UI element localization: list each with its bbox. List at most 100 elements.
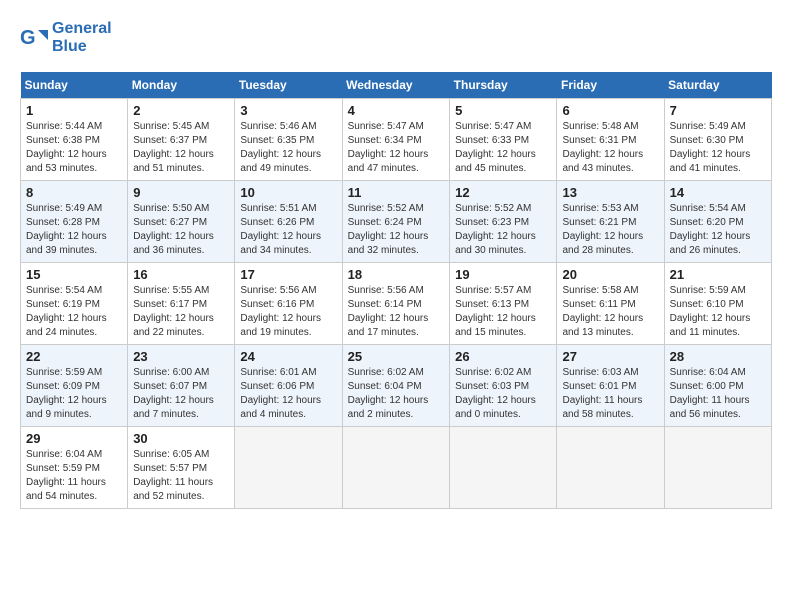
day-cell: 7 Sunrise: 5:49 AMSunset: 6:30 PMDayligh… [664, 99, 771, 181]
day-info: Sunrise: 6:02 AMSunset: 6:03 PMDaylight:… [455, 366, 551, 422]
day-cell: 18 Sunrise: 5:56 AMSunset: 6:14 PMDaylig… [342, 263, 450, 345]
day-info: Sunrise: 5:59 AMSunset: 6:09 PMDaylight:… [26, 366, 122, 422]
day-cell: 19 Sunrise: 5:57 AMSunset: 6:13 PMDaylig… [450, 263, 557, 345]
logo-icon: G [20, 24, 48, 52]
day-info: Sunrise: 5:56 AMSunset: 6:14 PMDaylight:… [348, 284, 445, 340]
day-cell: 14 Sunrise: 5:54 AMSunset: 6:20 PMDaylig… [664, 181, 771, 263]
day-number: 30 [133, 431, 229, 446]
day-number: 4 [348, 103, 445, 118]
day-info: Sunrise: 5:51 AMSunset: 6:26 PMDaylight:… [240, 202, 336, 258]
logo-line1: General [52, 20, 112, 38]
day-number: 12 [455, 185, 551, 200]
day-cell [342, 427, 450, 509]
col-header-sunday: Sunday [21, 72, 128, 99]
day-cell: 8 Sunrise: 5:49 AMSunset: 6:28 PMDayligh… [21, 181, 128, 263]
day-info: Sunrise: 5:55 AMSunset: 6:17 PMDaylight:… [133, 284, 229, 340]
col-header-wednesday: Wednesday [342, 72, 450, 99]
day-number: 8 [26, 185, 122, 200]
day-number: 2 [133, 103, 229, 118]
week-row-4: 22 Sunrise: 5:59 AMSunset: 6:09 PMDaylig… [21, 345, 772, 427]
col-header-saturday: Saturday [664, 72, 771, 99]
day-cell [235, 427, 342, 509]
day-info: Sunrise: 5:49 AMSunset: 6:28 PMDaylight:… [26, 202, 122, 258]
day-number: 20 [562, 267, 658, 282]
day-info: Sunrise: 5:54 AMSunset: 6:19 PMDaylight:… [26, 284, 122, 340]
day-info: Sunrise: 5:53 AMSunset: 6:21 PMDaylight:… [562, 202, 658, 258]
logo: G General Blue [20, 20, 112, 56]
day-cell: 21 Sunrise: 5:59 AMSunset: 6:10 PMDaylig… [664, 263, 771, 345]
day-cell: 30 Sunrise: 6:05 AMSunset: 5:57 PMDaylig… [128, 427, 235, 509]
day-cell: 10 Sunrise: 5:51 AMSunset: 6:26 PMDaylig… [235, 181, 342, 263]
day-info: Sunrise: 5:59 AMSunset: 6:10 PMDaylight:… [670, 284, 766, 340]
week-row-3: 15 Sunrise: 5:54 AMSunset: 6:19 PMDaylig… [21, 263, 772, 345]
day-cell: 28 Sunrise: 6:04 AMSunset: 6:00 PMDaylig… [664, 345, 771, 427]
day-number: 22 [26, 349, 122, 364]
day-info: Sunrise: 5:52 AMSunset: 6:24 PMDaylight:… [348, 202, 445, 258]
day-cell: 26 Sunrise: 6:02 AMSunset: 6:03 PMDaylig… [450, 345, 557, 427]
day-cell: 27 Sunrise: 6:03 AMSunset: 6:01 PMDaylig… [557, 345, 664, 427]
day-cell: 1 Sunrise: 5:44 AMSunset: 6:38 PMDayligh… [21, 99, 128, 181]
day-cell: 9 Sunrise: 5:50 AMSunset: 6:27 PMDayligh… [128, 181, 235, 263]
col-header-monday: Monday [128, 72, 235, 99]
week-row-2: 8 Sunrise: 5:49 AMSunset: 6:28 PMDayligh… [21, 181, 772, 263]
day-info: Sunrise: 5:46 AMSunset: 6:35 PMDaylight:… [240, 120, 336, 176]
day-info: Sunrise: 5:56 AMSunset: 6:16 PMDaylight:… [240, 284, 336, 340]
day-info: Sunrise: 5:54 AMSunset: 6:20 PMDaylight:… [670, 202, 766, 258]
day-number: 18 [348, 267, 445, 282]
day-cell: 3 Sunrise: 5:46 AMSunset: 6:35 PMDayligh… [235, 99, 342, 181]
day-number: 19 [455, 267, 551, 282]
day-info: Sunrise: 6:04 AMSunset: 5:59 PMDaylight:… [26, 448, 122, 504]
day-cell [450, 427, 557, 509]
day-info: Sunrise: 5:48 AMSunset: 6:31 PMDaylight:… [562, 120, 658, 176]
day-number: 1 [26, 103, 122, 118]
day-info: Sunrise: 5:57 AMSunset: 6:13 PMDaylight:… [455, 284, 551, 340]
day-number: 14 [670, 185, 766, 200]
day-number: 10 [240, 185, 336, 200]
day-number: 17 [240, 267, 336, 282]
day-info: Sunrise: 5:50 AMSunset: 6:27 PMDaylight:… [133, 202, 229, 258]
day-cell: 17 Sunrise: 5:56 AMSunset: 6:16 PMDaylig… [235, 263, 342, 345]
day-number: 24 [240, 349, 336, 364]
day-number: 25 [348, 349, 445, 364]
day-cell: 6 Sunrise: 5:48 AMSunset: 6:31 PMDayligh… [557, 99, 664, 181]
day-info: Sunrise: 6:04 AMSunset: 6:00 PMDaylight:… [670, 366, 766, 422]
day-number: 16 [133, 267, 229, 282]
week-row-1: 1 Sunrise: 5:44 AMSunset: 6:38 PMDayligh… [21, 99, 772, 181]
day-cell: 13 Sunrise: 5:53 AMSunset: 6:21 PMDaylig… [557, 181, 664, 263]
col-header-tuesday: Tuesday [235, 72, 342, 99]
day-number: 29 [26, 431, 122, 446]
day-cell [557, 427, 664, 509]
day-number: 15 [26, 267, 122, 282]
calendar-table: SundayMondayTuesdayWednesdayThursdayFrid… [20, 72, 772, 509]
day-cell: 29 Sunrise: 6:04 AMSunset: 5:59 PMDaylig… [21, 427, 128, 509]
day-number: 9 [133, 185, 229, 200]
week-row-5: 29 Sunrise: 6:04 AMSunset: 5:59 PMDaylig… [21, 427, 772, 509]
day-cell: 20 Sunrise: 5:58 AMSunset: 6:11 PMDaylig… [557, 263, 664, 345]
day-cell: 12 Sunrise: 5:52 AMSunset: 6:23 PMDaylig… [450, 181, 557, 263]
day-info: Sunrise: 6:02 AMSunset: 6:04 PMDaylight:… [348, 366, 445, 422]
day-number: 27 [562, 349, 658, 364]
day-cell: 24 Sunrise: 6:01 AMSunset: 6:06 PMDaylig… [235, 345, 342, 427]
logo-line2: Blue [52, 38, 112, 56]
day-info: Sunrise: 6:00 AMSunset: 6:07 PMDaylight:… [133, 366, 229, 422]
day-number: 28 [670, 349, 766, 364]
day-cell: 11 Sunrise: 5:52 AMSunset: 6:24 PMDaylig… [342, 181, 450, 263]
day-number: 7 [670, 103, 766, 118]
day-info: Sunrise: 5:52 AMSunset: 6:23 PMDaylight:… [455, 202, 551, 258]
day-info: Sunrise: 5:47 AMSunset: 6:34 PMDaylight:… [348, 120, 445, 176]
day-cell: 16 Sunrise: 5:55 AMSunset: 6:17 PMDaylig… [128, 263, 235, 345]
day-number: 6 [562, 103, 658, 118]
day-info: Sunrise: 5:47 AMSunset: 6:33 PMDaylight:… [455, 120, 551, 176]
day-cell: 23 Sunrise: 6:00 AMSunset: 6:07 PMDaylig… [128, 345, 235, 427]
day-number: 3 [240, 103, 336, 118]
day-info: Sunrise: 5:45 AMSunset: 6:37 PMDaylight:… [133, 120, 229, 176]
day-number: 23 [133, 349, 229, 364]
day-cell: 4 Sunrise: 5:47 AMSunset: 6:34 PMDayligh… [342, 99, 450, 181]
day-number: 13 [562, 185, 658, 200]
day-cell: 22 Sunrise: 5:59 AMSunset: 6:09 PMDaylig… [21, 345, 128, 427]
day-info: Sunrise: 6:01 AMSunset: 6:06 PMDaylight:… [240, 366, 336, 422]
column-headers: SundayMondayTuesdayWednesdayThursdayFrid… [21, 72, 772, 99]
day-cell: 25 Sunrise: 6:02 AMSunset: 6:04 PMDaylig… [342, 345, 450, 427]
col-header-friday: Friday [557, 72, 664, 99]
page-header: G General Blue [20, 20, 772, 56]
